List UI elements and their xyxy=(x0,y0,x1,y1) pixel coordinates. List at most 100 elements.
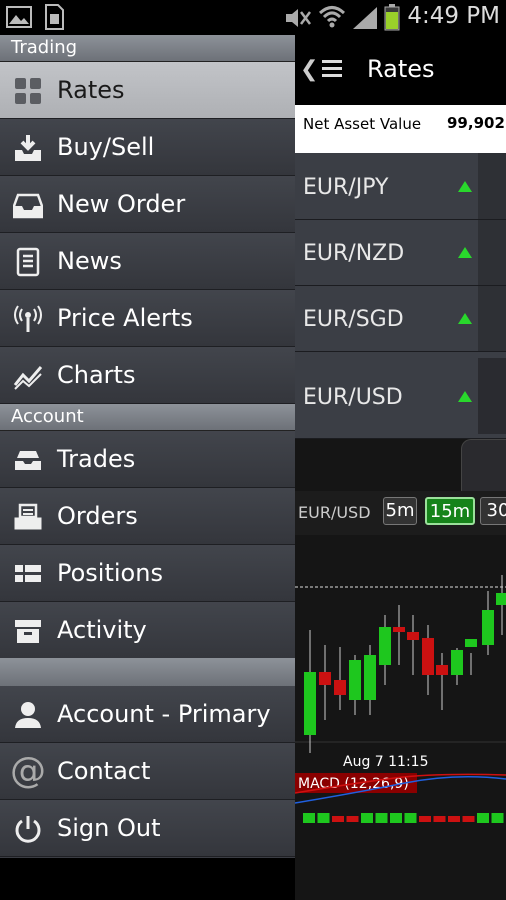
macd-histogram-bar xyxy=(361,813,373,823)
macd-histogram-bar xyxy=(491,813,504,823)
antenna-icon xyxy=(14,305,42,332)
section-trading: Trading xyxy=(0,35,295,62)
rate-row[interactable]: EUR/USD xyxy=(295,352,506,439)
at-sign-icon: @ xyxy=(10,753,46,789)
candle-body xyxy=(304,672,316,735)
section-label: Account xyxy=(11,406,84,427)
timeframe-bar: EUR/USD 5m 15m 30 xyxy=(295,491,506,535)
candle-body xyxy=(393,627,405,632)
archive-box-icon xyxy=(15,620,41,643)
macd-histogram-bar xyxy=(448,816,460,822)
section-divider xyxy=(0,658,295,686)
candle-body xyxy=(422,638,434,675)
candle-body xyxy=(334,680,346,695)
macd-histogram-bar xyxy=(317,813,330,823)
drawer-item-rates[interactable]: Rates xyxy=(0,62,295,119)
candle-body xyxy=(496,593,506,605)
currency-pair: EUR/USD xyxy=(303,385,403,410)
drawer-item-contact[interactable]: @ Contact xyxy=(0,743,295,800)
section-account: Account xyxy=(0,404,295,431)
page-title: Rates xyxy=(367,55,435,83)
download-tray-icon xyxy=(15,135,41,161)
drawer-item-charts[interactable]: Charts xyxy=(0,347,295,404)
candle-body xyxy=(319,672,331,685)
battery-icon xyxy=(384,4,400,31)
timeframe-15m-button[interactable]: 15m xyxy=(425,497,475,525)
section-label: Trading xyxy=(11,37,78,58)
drawer-item-news[interactable]: News xyxy=(0,233,295,290)
currency-pair: EUR/NZD xyxy=(303,241,405,266)
tray-stack-icon xyxy=(15,451,41,470)
up-arrow-icon xyxy=(458,313,472,324)
macd-histogram-bar xyxy=(303,813,315,823)
mute-icon xyxy=(286,9,311,27)
inbox-icon xyxy=(13,193,43,219)
drawer-item-sign-out[interactable]: Sign Out xyxy=(0,800,295,857)
macd-histogram-bar xyxy=(433,816,446,822)
drawer-item-label: Orders xyxy=(57,502,138,530)
timeframe-5m-button[interactable]: 5m xyxy=(383,497,417,525)
positions-grid-icon xyxy=(15,565,41,582)
svg-text:@: @ xyxy=(10,753,46,789)
rate-row[interactable]: EUR/JPY xyxy=(295,153,506,220)
drawer-bottom-bar xyxy=(0,858,295,900)
drawer-item-label: Sign Out xyxy=(57,814,161,842)
candle-body xyxy=(465,639,477,647)
drawer-item-label: Positions xyxy=(57,559,163,587)
net-asset-value: 99,902. xyxy=(447,114,506,132)
candle-body xyxy=(407,632,419,640)
macd-histogram-bar xyxy=(404,813,417,823)
net-asset-value-row: Net Asset Value 99,902. xyxy=(295,105,506,153)
macd-histogram-bar xyxy=(390,813,402,823)
app-header: ❮ Rates xyxy=(295,35,506,105)
drawer-item-label: Activity xyxy=(57,616,147,644)
macd-histogram-bar xyxy=(346,816,359,822)
sd-card-icon xyxy=(45,4,64,30)
menu-icon[interactable] xyxy=(322,60,342,78)
up-arrow-icon xyxy=(458,181,472,192)
rate-row[interactable]: EUR/NZD xyxy=(295,220,506,286)
drawer-item-trades[interactable]: Trades xyxy=(0,431,295,488)
macd-histogram-bar xyxy=(332,816,344,822)
chart-tab[interactable] xyxy=(461,439,506,491)
candlestick-chart[interactable]: Aug 7 11:15 MACD (12,26,9) xyxy=(295,535,506,900)
drawer-item-label: Buy/Sell xyxy=(57,133,155,161)
candle-body xyxy=(364,655,376,700)
drawer-item-activity[interactable]: Activity xyxy=(0,602,295,659)
back-chevron-icon[interactable]: ❮ xyxy=(300,57,318,82)
orders-tray-icon xyxy=(14,503,42,530)
candle-body xyxy=(379,627,391,665)
macd-histogram-bar xyxy=(477,813,489,823)
drawer-item-label: News xyxy=(57,247,122,275)
drawer-item-buy-sell[interactable]: Buy/Sell xyxy=(0,119,295,176)
net-asset-value-label: Net Asset Value xyxy=(303,115,422,133)
drawer-item-label: Trades xyxy=(57,445,136,473)
drawer-item-label: New Order xyxy=(57,190,186,218)
currency-pair: EUR/SGD xyxy=(303,307,404,332)
user-icon xyxy=(15,702,41,728)
rate-row[interactable]: EUR/SGD xyxy=(295,286,506,352)
rates-screen: ❮ Rates Net Asset Value 99,902. EUR/JPY … xyxy=(295,35,506,900)
drawer-item-account-primary[interactable]: Account - Primary xyxy=(0,686,295,743)
power-icon xyxy=(15,816,41,843)
currency-pair: EUR/JPY xyxy=(303,175,389,200)
signal-icon xyxy=(353,7,377,29)
candle-body xyxy=(482,610,494,645)
document-icon xyxy=(16,247,40,277)
drawer-item-orders[interactable]: Orders xyxy=(0,488,295,545)
macd-histogram-bar xyxy=(419,816,431,822)
navigation-drawer: Trading Rates Buy/Sell New Order News Pr… xyxy=(0,35,295,858)
chart-pair: EUR/USD xyxy=(298,503,371,522)
macd-histogram-bar xyxy=(462,816,475,822)
drawer-item-price-alerts[interactable]: Price Alerts xyxy=(0,290,295,347)
candle-body xyxy=(349,660,361,700)
status-time: 4:49 PM xyxy=(407,3,500,29)
line-chart-icon xyxy=(13,366,43,390)
drawer-item-positions[interactable]: Positions xyxy=(0,545,295,602)
up-arrow-icon xyxy=(458,391,472,402)
drawer-item-label: Account - Primary xyxy=(57,700,271,728)
drawer-item-new-order[interactable]: New Order xyxy=(0,176,295,233)
up-arrow-icon xyxy=(458,247,472,258)
chart-panel: EUR/USD 5m 15m 30 Aug 7 11:15 MACD (12,2… xyxy=(295,439,506,900)
timeframe-30m-button[interactable]: 30 xyxy=(480,497,506,525)
